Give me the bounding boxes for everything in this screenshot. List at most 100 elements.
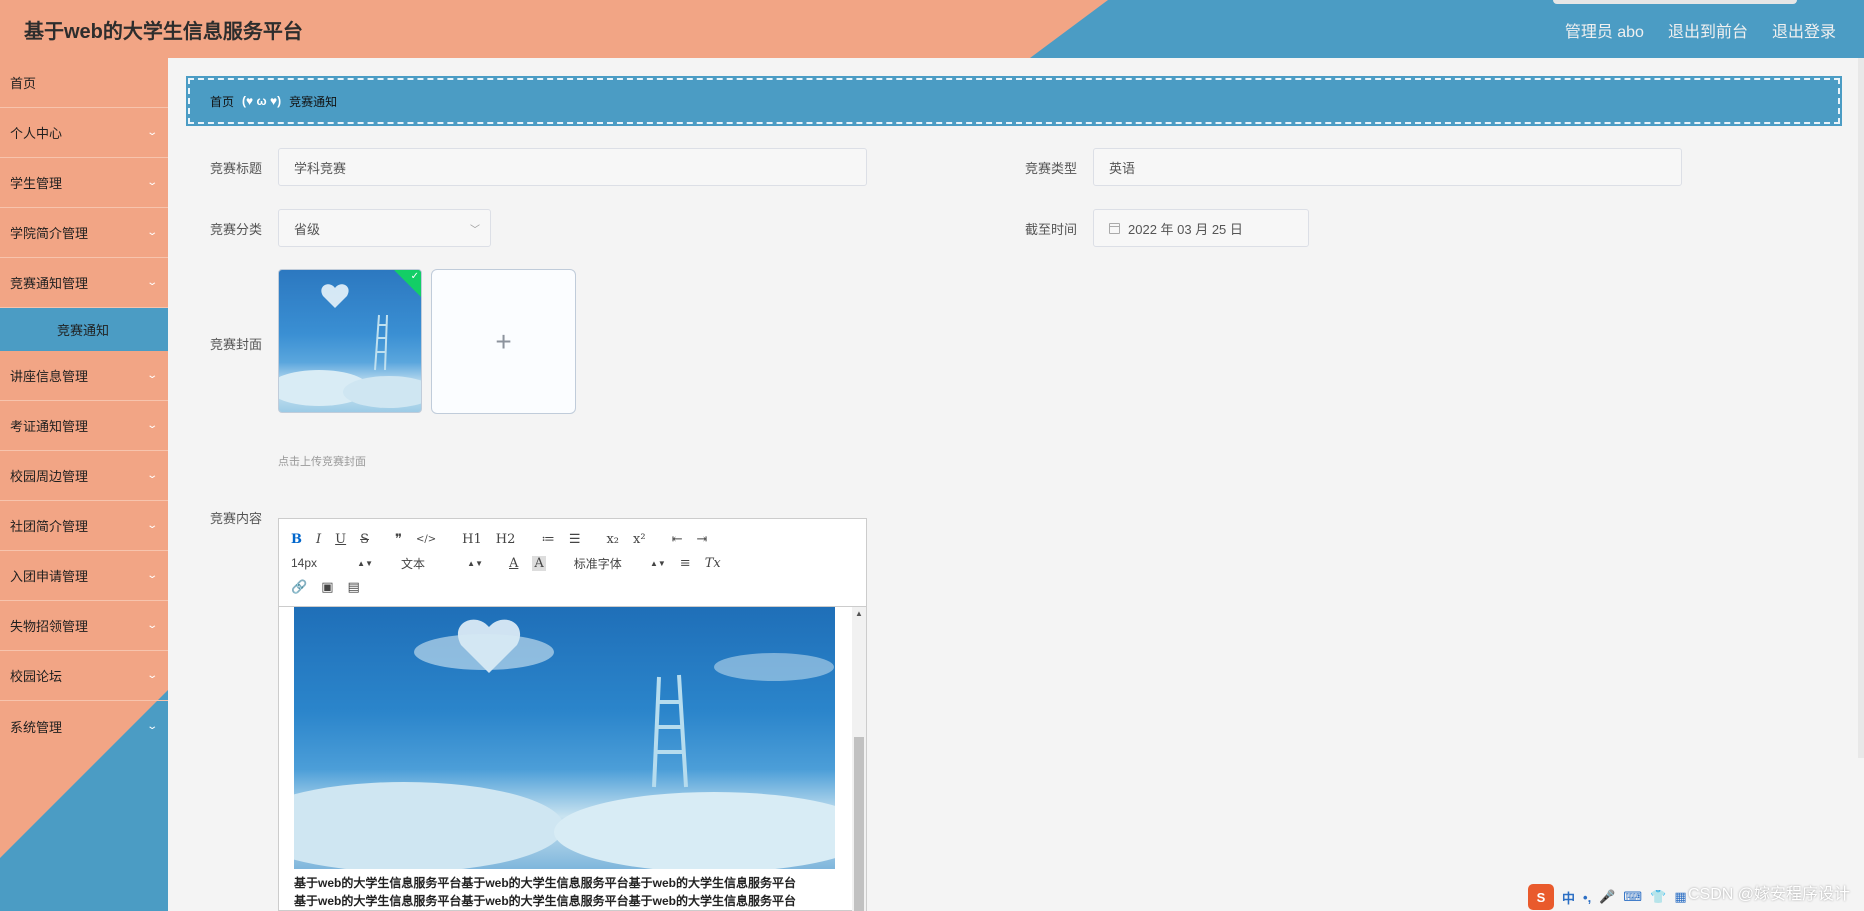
sogou-logo-icon[interactable]: S	[1528, 884, 1554, 910]
title-input[interactable]: 学科竞赛	[278, 148, 867, 186]
deadline-value: 2022 年 03 月 25 日	[1128, 221, 1243, 237]
align-left-icon[interactable]: ≡	[680, 556, 691, 571]
sidebar-item-home[interactable]: 首页	[0, 58, 168, 108]
cover-upload-tip: 点击上传竞赛封面	[278, 456, 366, 468]
font-size-value: 14px	[291, 556, 318, 570]
font-color-icon[interactable]: A	[509, 556, 518, 571]
editor-image-art	[294, 619, 835, 872]
deadline-label: 截至时间	[1025, 222, 1078, 237]
strike-button[interactable]: S	[360, 532, 369, 547]
bold-button[interactable]: B	[291, 532, 302, 547]
blockquote-button[interactable]: ❞	[395, 532, 402, 547]
sidebar-item-label: 学生管理	[10, 176, 63, 191]
sidebar-item-lost-found[interactable]: 失物招领管理 ⌄	[0, 601, 168, 651]
breadcrumb-home[interactable]: 首页	[210, 93, 234, 110]
updown-arrow-icon: ▲▼	[649, 558, 666, 568]
sidebar-item-label: 竞赛通知管理	[10, 276, 89, 291]
check-icon: ✓	[410, 271, 419, 282]
sidebar-item-lecture-info[interactable]: 讲座信息管理 ⌄	[0, 351, 168, 401]
chevron-down-icon: ⌄	[145, 470, 158, 481]
video-icon[interactable]: ▤	[347, 580, 359, 595]
category-select[interactable]: 省级 ﹀	[278, 209, 491, 247]
font-family-select[interactable]: 标准字体 ▲▼	[574, 555, 666, 572]
apps-grid-icon[interactable]: ▦	[1674, 889, 1686, 905]
sidebar-item-students[interactable]: 学生管理 ⌄	[0, 158, 168, 208]
type-input[interactable]: 英语	[1093, 148, 1682, 186]
logout-link[interactable]: 退出登录	[1772, 18, 1836, 42]
editor-scrollbar[interactable]: ▲	[852, 607, 866, 911]
indent-button[interactable]: ⇥	[696, 532, 707, 547]
sidebar-item-club-intro[interactable]: 社团简介管理 ⌄	[0, 501, 168, 551]
underline-button[interactable]: U	[335, 532, 346, 547]
breadcrumb: 首页 (♥ ω ♥) 竞赛通知	[186, 76, 1842, 126]
chevron-down-icon: ⌄	[145, 420, 158, 431]
heading2-button[interactable]: H2	[496, 532, 516, 547]
sidebar-item-label: 考证通知管理	[10, 419, 89, 434]
ime-language-indicator[interactable]: 中	[1562, 888, 1575, 907]
sidebar-item-campus-forum[interactable]: 校园论坛 ⌄	[0, 651, 168, 701]
sidebar-item-label: 讲座信息管理	[10, 369, 89, 384]
skin-icon[interactable]: 👕	[1650, 889, 1666, 905]
chevron-down-icon: ⌄	[145, 570, 158, 581]
chevron-down-icon: ﹀	[470, 225, 480, 236]
page-scrollbar[interactable]	[1858, 58, 1864, 758]
sidebar-item-label: 个人中心	[10, 126, 63, 141]
heading1-button[interactable]: H1	[462, 532, 482, 547]
front-page-link[interactable]: 退出到前台	[1668, 18, 1748, 42]
sidebar-item-campus-surroundings[interactable]: 校园周边管理 ⌄	[0, 451, 168, 501]
chevron-down-icon: ⌄	[145, 277, 158, 288]
sidebar-item-certificate-notice[interactable]: 考证通知管理 ⌄	[0, 401, 168, 451]
upload-cover-button[interactable]: +	[431, 269, 576, 414]
clear-format-icon[interactable]: Tx	[705, 556, 721, 571]
content-label: 竞赛内容	[210, 511, 263, 526]
link-icon[interactable]: 🔗	[291, 580, 307, 595]
type-input-value: 英语	[1109, 160, 1136, 176]
bullet-list-button[interactable]: ☰	[569, 532, 581, 547]
scrollbar-thumb[interactable]	[854, 737, 864, 911]
category-select-value: 省级	[294, 221, 321, 237]
chevron-down-icon: ⌄	[145, 720, 158, 732]
type-label: 竞赛类型	[1025, 161, 1078, 176]
deadline-datepicker[interactable]: 2022 年 03 月 25 日	[1093, 209, 1309, 247]
italic-button[interactable]: I	[316, 532, 321, 547]
cover-thumbnail[interactable]: ✓	[278, 269, 422, 413]
editor-content-area[interactable]: 基于web的大学生信息服务平台基于web的大学生信息服务平台基于web的大学生信…	[294, 607, 835, 911]
editor-embedded-image	[294, 607, 835, 872]
sidebar-item-personal-center[interactable]: 个人中心 ⌄	[0, 108, 168, 158]
chevron-down-icon: ⌄	[145, 127, 158, 138]
chevron-down-icon: ⌄	[145, 670, 158, 681]
ordered-list-button[interactable]: ≔	[541, 532, 554, 547]
ime-punctuation-indicator[interactable]: •,	[1583, 890, 1591, 905]
updown-arrow-icon: ▲▼	[467, 558, 483, 568]
rich-text-editor[interactable]: B I U S ❞ </> H1 H2 ≔ ☰ x₂ x² ⇤ ⇥ 14px ▲▼…	[278, 518, 867, 911]
code-block-button[interactable]: </>	[416, 534, 436, 545]
superscript-button[interactable]: x²	[633, 532, 646, 547]
font-size-select[interactable]: 14px ▲▼	[291, 556, 373, 570]
sidebar-item-system[interactable]: 系统管理 ⌄	[0, 701, 168, 751]
outdent-button[interactable]: ⇤	[672, 532, 683, 547]
current-user: 管理员 abo	[1564, 24, 1644, 41]
sidebar-item-label: 社团简介管理	[10, 519, 89, 534]
sidebar-item-membership-apply[interactable]: 入团申请管理 ⌄	[0, 551, 168, 601]
sidebar-subitem-competition-notice[interactable]: 竞赛通知	[0, 308, 168, 351]
subscript-button[interactable]: x₂	[606, 532, 619, 547]
cover-label: 竞赛封面	[210, 337, 263, 352]
scroll-up-icon[interactable]: ▲	[855, 609, 863, 618]
sidebar-item-label: 失物招领管理	[10, 619, 89, 634]
sidebar-item-label: 竞赛通知	[56, 323, 109, 338]
block-type-select[interactable]: 文本 ▲▼	[401, 555, 483, 572]
category-label: 竞赛分类	[210, 222, 263, 237]
microphone-icon[interactable]: 🎤	[1599, 889, 1615, 905]
sidebar-item-competition-mgmt[interactable]: 竞赛通知管理 ⌄	[0, 258, 168, 308]
editor-body-text: 基于web的大学生信息服务平台基于web的大学生信息服务平台基于web的大学生信…	[294, 876, 797, 908]
breadcrumb-current: 竞赛通知	[289, 94, 338, 109]
watermark: CSDN @嫁安程序设计	[1687, 886, 1850, 903]
background-color-icon[interactable]: A	[532, 555, 546, 571]
image-icon[interactable]: ▣	[321, 580, 333, 595]
sidebar-item-college-intro[interactable]: 学院简介管理 ⌄	[0, 208, 168, 258]
header-actions: 管理员 abo 退出到前台 退出登录	[1565, 18, 1836, 42]
sidebar-item-label: 学院简介管理	[10, 226, 89, 241]
keyboard-icon[interactable]: ⌨	[1623, 889, 1642, 905]
sidebar: 首页 个人中心 ⌄ 学生管理 ⌄ 学院简介管理 ⌄ 竞赛通知管理 ⌄ 竞赛通知 讲座信息…	[0, 58, 168, 911]
top-header: 基于web的大学生信息服务平台 管理员 abo 退出到前台 退出登录	[0, 0, 1864, 58]
